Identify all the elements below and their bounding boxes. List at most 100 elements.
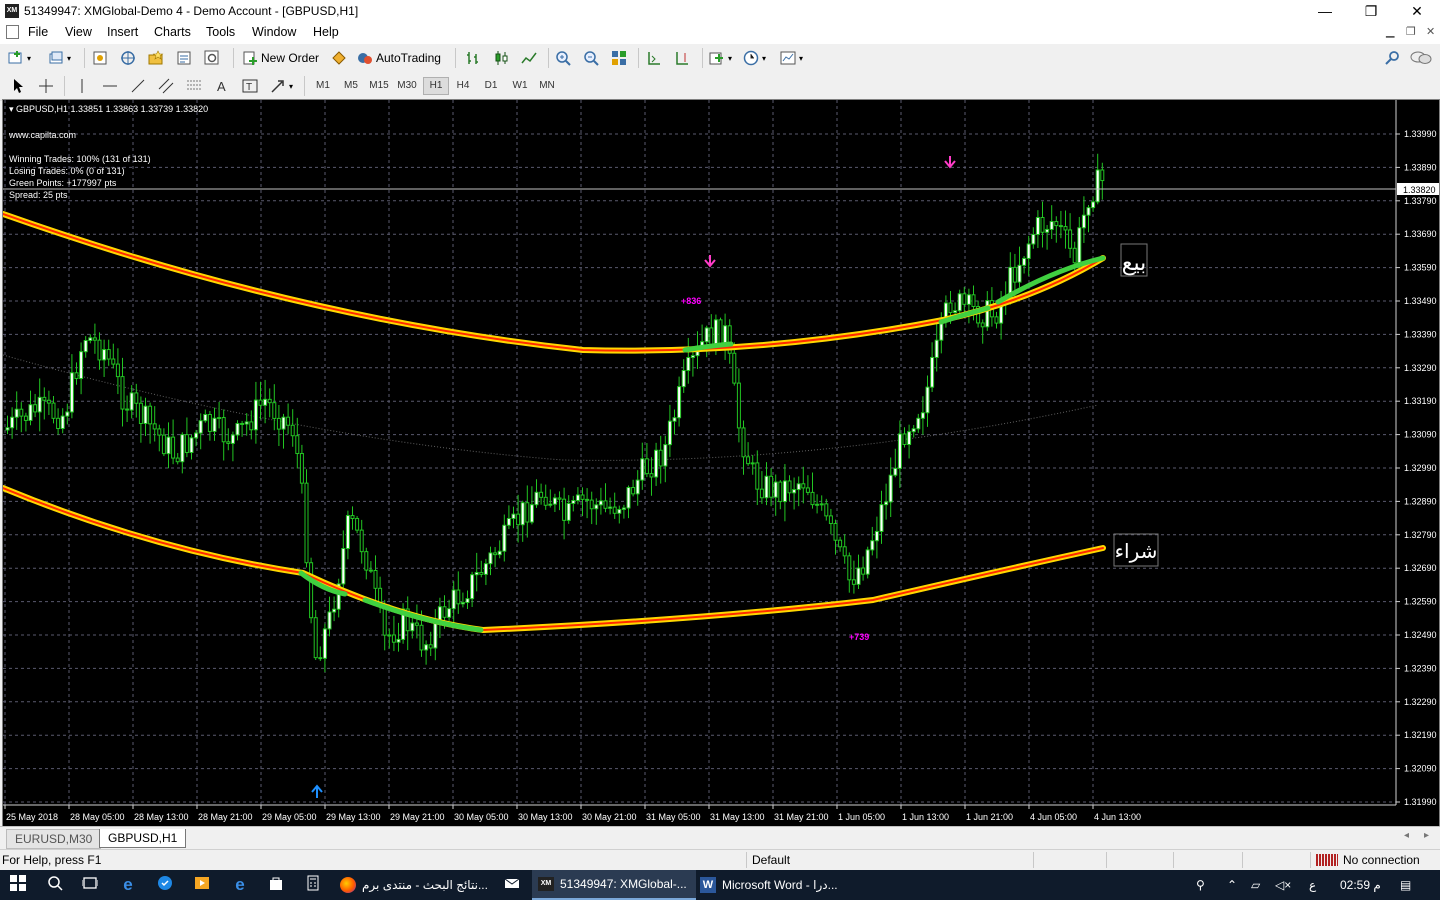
network-icon[interactable]: ▱ [1251,878,1260,892]
chart-shift-button[interactable] [674,47,690,69]
price-chart[interactable]: 1.33990 1.33890 1.33790 1.33690 1.33590 1.334… [3,100,1439,826]
zoom-in-button[interactable] [555,47,571,69]
notifications-icon[interactable]: ▤ [1400,878,1411,892]
app-blue-icon[interactable] [155,875,175,895]
timeframe-h1[interactable]: H1 [423,77,449,95]
periods-button[interactable]: ▾ [743,47,766,69]
candle-body [704,327,709,343]
favorites-button[interactable] [148,47,164,69]
market-watch-button[interactable] [92,47,108,69]
menu-charts[interactable]: Charts [154,25,191,39]
menu-file[interactable]: File [28,25,48,39]
edge-icon[interactable]: e [118,875,138,895]
tab-eurusd-m30[interactable]: EURUSD,M30 [6,829,102,849]
candle-body [893,467,898,476]
timeframe-m15[interactable]: M15 [367,78,391,94]
timeframe-d1[interactable]: D1 [479,78,503,94]
document-icon[interactable] [6,25,19,39]
candle-body [92,337,97,341]
help-status: For Help, press F1 [2,853,102,867]
candle-body [1035,217,1040,235]
windows-start-icon[interactable] [8,875,28,895]
menu-insert[interactable]: Insert [107,25,138,39]
timeframe-m5[interactable]: M5 [339,78,363,94]
cursor-tool[interactable] [10,75,26,97]
candlestick-chart-button[interactable] [493,47,509,69]
search-icon[interactable] [45,875,65,895]
mdi-minimize-icon[interactable]: ▁ [1386,25,1394,38]
price-tick-label: 1.32790 [1404,530,1437,540]
vertical-line-tool[interactable] [74,75,90,97]
candle-body [1022,257,1027,266]
candle-body [815,503,820,506]
navigator-button[interactable] [120,47,136,69]
candle-body [677,386,682,419]
menu-help[interactable]: Help [313,25,339,39]
crosshair-tool[interactable] [38,75,54,97]
text-label-tool[interactable]: T [242,75,258,97]
mdi-restore-icon[interactable]: ❐ [1406,25,1416,38]
search-button[interactable] [1384,47,1400,69]
zoom-out-button[interactable] [583,47,599,69]
taskbar-item-firefox[interactable]: نتائج البحث - منتدى برم... [334,870,530,900]
timeframe-m1[interactable]: M1 [311,78,335,94]
close-button[interactable]: ✕ [1394,0,1440,22]
metaeditor-button[interactable] [331,47,347,69]
candle-body [5,427,10,431]
profiles-button[interactable]: ▾ [48,47,71,69]
tile-windows-button[interactable] [611,47,627,69]
autoscroll-button[interactable] [646,47,662,69]
arrows-tool[interactable]: ▾ [270,75,293,97]
internet-explorer-icon[interactable]: e [230,875,250,895]
tab-gbpusd-h1[interactable]: GBPUSD,H1 [99,829,187,848]
timeframe-h4[interactable]: H4 [451,78,475,94]
line-chart-button[interactable] [521,47,537,69]
menu-view[interactable]: View [65,25,92,39]
store-icon[interactable] [266,875,286,895]
candle-body [805,487,810,493]
show-hidden-icons-icon[interactable]: ⌃ [1227,878,1237,892]
mail-icon[interactable] [502,875,522,895]
minimize-button[interactable]: — [1302,0,1348,22]
tester-button[interactable] [204,47,220,69]
taskbar-item-word[interactable]: W Microsoft Word - درا... [694,870,850,900]
media-player-icon[interactable] [192,875,212,895]
calculator-icon[interactable] [303,875,323,895]
terminal-button[interactable] [176,47,192,69]
indicators-button[interactable]: ▾ [709,47,732,69]
horizontal-line-tool[interactable] [102,75,118,97]
candle-body [746,456,751,465]
input-language[interactable]: ع [1309,878,1316,892]
trendline-tool[interactable] [130,75,146,97]
volume-muted-icon[interactable]: ◁× [1275,878,1291,892]
chat-button[interactable] [1410,47,1432,69]
task-view-icon[interactable] [80,875,100,895]
new-order-button[interactable]: New Order [242,47,319,69]
tab-scroll-right-icon[interactable]: ▸ [1424,830,1429,841]
menu-window[interactable]: Window [252,25,296,39]
bar-chart-button[interactable] [465,47,481,69]
fibonacci-tool[interactable] [186,75,202,97]
equidistant-channel-tool[interactable] [158,75,174,97]
candle-body [506,518,511,526]
candle-body [414,622,419,626]
timeframe-w1[interactable]: W1 [508,78,532,94]
candle-body [28,404,33,421]
connection-status: No connection [1343,853,1420,867]
candle-body [1086,207,1091,216]
system-clock[interactable]: 02:59 م [1340,878,1381,892]
people-icon[interactable]: ⚲ [1196,878,1205,892]
new-chart-button[interactable]: ▾ [8,47,31,69]
chart-window[interactable]: 1.33990 1.33890 1.33790 1.33690 1.33590 1.334… [2,99,1440,827]
taskbar-item-mt4[interactable]: XM 51349947: XMGlobal-... [532,870,696,900]
autotrading-button[interactable]: AutoTrading [357,47,441,69]
timeframe-mn[interactable]: MN [535,78,559,94]
mdi-close-icon[interactable]: ✕ [1426,25,1435,38]
timeframe-m30[interactable]: M30 [395,78,419,94]
templates-button[interactable]: ▾ [780,47,803,69]
restore-button[interactable]: ❐ [1348,0,1394,22]
menu-tools[interactable]: Tools [206,25,235,39]
candle-body [470,574,475,600]
tab-scroll-left-icon[interactable]: ◂ [1404,830,1409,841]
text-tool[interactable]: A [214,75,230,97]
